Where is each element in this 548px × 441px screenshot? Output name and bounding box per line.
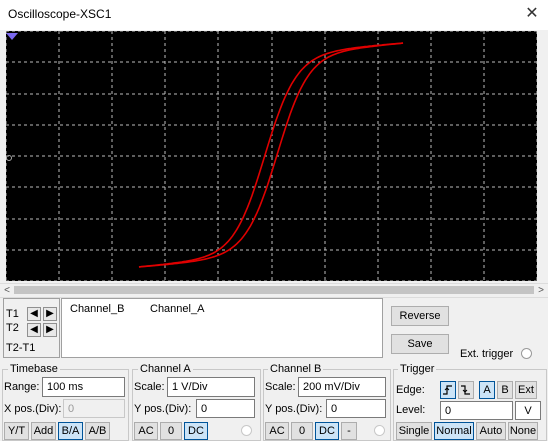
trigger-mode-normal-button[interactable]: Normal (434, 422, 474, 440)
range-input[interactable]: 100 ms (42, 377, 125, 397)
t2-left-arrow-icon[interactable]: ◀ (27, 323, 41, 337)
trigger-source-a-button[interactable]: A (479, 381, 495, 399)
level-unit-select[interactable]: V (515, 401, 541, 420)
trigger-mode-auto-button[interactable]: Auto (476, 422, 506, 440)
channel-b-0-button[interactable]: 0 (291, 422, 313, 440)
scrollbar-thumb[interactable] (14, 286, 534, 294)
t1-label: T1 (6, 308, 19, 320)
trigger-mode-none-button[interactable]: None (508, 422, 538, 440)
ext-trigger-label: Ext. trigger (460, 348, 514, 360)
measurement-readout: Channel_B Channel_A (61, 298, 383, 358)
ext-trigger-radio[interactable] (521, 348, 532, 359)
channel-b-ac-button[interactable]: AC (265, 422, 289, 440)
timebase-title: Timebase (8, 363, 60, 375)
t1-left-arrow-icon[interactable]: ◀ (27, 307, 41, 321)
t2-t1-label: T2-T1 (6, 342, 36, 354)
channel-a-0-button[interactable]: 0 (160, 422, 182, 440)
trace-lower-branch (138, 42, 404, 268)
t2-right-arrow-icon[interactable]: ▶ (43, 323, 57, 337)
channel-a-scale-input[interactable]: 1 V/Div (167, 377, 255, 397)
scope-display (5, 30, 538, 282)
timebase-ab-button[interactable]: A/B (85, 422, 110, 440)
grid (5, 30, 538, 282)
close-icon[interactable]: ✕ (520, 2, 544, 26)
channel-b--button[interactable]: - (341, 422, 357, 440)
trigger-marker-icon (6, 33, 18, 40)
channel-a-title: Channel A (138, 363, 193, 375)
reverse-button[interactable]: Reverse (391, 306, 449, 326)
channel-a-radio[interactable] (241, 425, 252, 436)
t2-label: T2 (6, 322, 19, 334)
timebase-ba-button[interactable]: B/A (58, 422, 83, 440)
level-label: Level: (396, 404, 426, 416)
channel-a-scale-label: Scale: (134, 381, 165, 393)
trigger-title: Trigger (398, 363, 437, 375)
trigger-mode-single-button[interactable]: Single (396, 422, 432, 440)
scroll-left-icon[interactable]: < (1, 284, 13, 297)
rising-edge-icon[interactable] (440, 381, 456, 399)
timebase-add-button[interactable]: Add (31, 422, 56, 440)
channel-b-ypos-input[interactable]: 0 (326, 399, 386, 418)
t1-right-arrow-icon[interactable]: ▶ (43, 307, 57, 321)
channel-b-scale-input[interactable]: 200 mV/Div (298, 377, 386, 397)
level-input[interactable]: 0 (440, 401, 513, 420)
channel-b-ypos-label: Y pos.(Div): (265, 403, 323, 415)
channel-a-ac-button[interactable]: AC (134, 422, 158, 440)
channel-a-ypos-label: Y pos.(Div): (134, 403, 192, 415)
window-title: Oscilloscope-XSC1 (8, 7, 112, 21)
channel-a-ypos-input[interactable]: 0 (196, 399, 255, 418)
scroll-right-icon[interactable]: > (535, 284, 547, 297)
channel-b-dc-button[interactable]: DC (315, 422, 339, 440)
falling-edge-icon[interactable] (458, 381, 474, 399)
channel-b-scale-label: Scale: (265, 381, 296, 393)
x-pos-label: X pos.(Div): (4, 403, 62, 415)
right-scroll-panel (539, 31, 548, 283)
timebase-yt-button[interactable]: Y/T (4, 422, 29, 440)
scope-screen (5, 30, 538, 282)
edge-label: Edge: (396, 384, 425, 396)
trigger-source-b-button[interactable]: B (497, 381, 513, 399)
channel-a-dc-button[interactable]: DC (184, 422, 208, 440)
readout-col-channel-a: Channel_A (150, 303, 205, 315)
readout-col-channel-b: Channel_B (70, 303, 125, 315)
trace-upper-branch (138, 42, 404, 268)
range-label: Range: (4, 381, 40, 393)
horizontal-scrollbar[interactable]: < > (0, 283, 548, 298)
cursor-panel: T1 ◀ ▶ T2 ◀ ▶ T2-T1 (3, 298, 60, 358)
channel-b-radio[interactable] (374, 425, 385, 436)
x-pos-input[interactable]: 0 (63, 399, 125, 418)
trigger-source-ext-button[interactable]: Ext (515, 381, 537, 399)
channel-b-title: Channel B (268, 363, 324, 375)
save-button[interactable]: Save (391, 334, 449, 354)
